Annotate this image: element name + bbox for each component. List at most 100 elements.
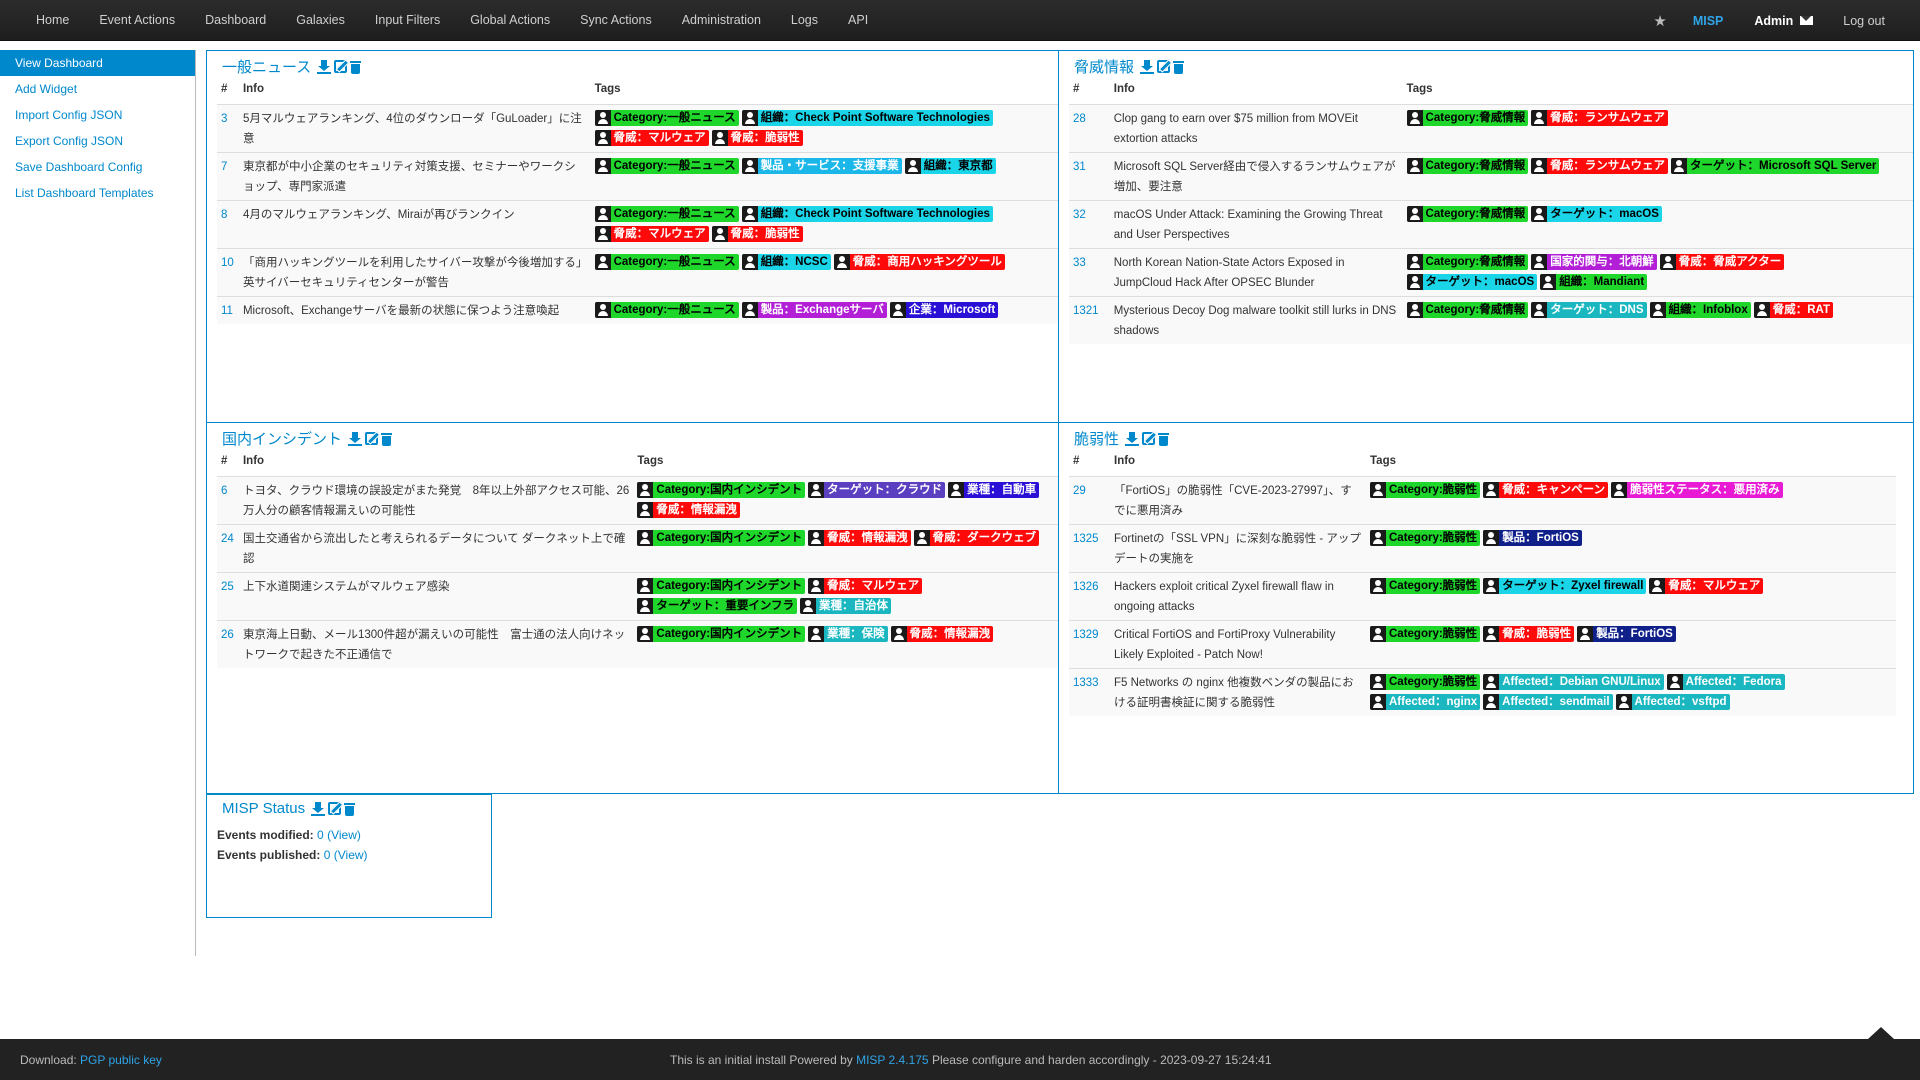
event-tag[interactable]: 脆弱性ステータス：悪用済み — [1611, 482, 1783, 499]
edit-icon[interactable] — [1157, 60, 1171, 73]
nav-event-actions[interactable]: Event Actions — [84, 0, 190, 41]
event-id-link[interactable]: 10 — [217, 247, 239, 296]
event-id-link[interactable]: 1321 — [1069, 295, 1110, 344]
event-tag[interactable]: 脅威：マルウェア — [808, 578, 923, 595]
event-tag[interactable]: 脅威：情報漏洩 — [637, 502, 740, 519]
event-id-link[interactable]: 1329 — [1069, 619, 1110, 668]
edit-icon[interactable] — [1142, 432, 1156, 445]
event-tag[interactable]: Category:一般ニュース — [594, 302, 739, 319]
download-icon[interactable] — [348, 431, 363, 446]
event-id-link[interactable]: 25 — [217, 571, 239, 620]
event-tag[interactable]: 業種：自動車 — [948, 482, 1040, 499]
nav-administration[interactable]: Administration — [667, 0, 776, 41]
nav-logout[interactable]: Log out — [1843, 14, 1885, 28]
trash-icon[interactable] — [350, 60, 362, 74]
event-tag[interactable]: 組織：NCSC — [741, 254, 831, 271]
event-tag[interactable]: Category:脆弱性 — [1370, 626, 1481, 643]
scroll-top-caret-icon[interactable] — [1868, 1027, 1894, 1039]
event-tag[interactable]: Category:脅威情報 — [1406, 158, 1529, 175]
event-id-link[interactable]: 11 — [217, 295, 239, 324]
event-tag[interactable]: 業種：保険 — [808, 626, 888, 643]
trash-icon[interactable] — [344, 802, 356, 816]
event-tag[interactable]: 組織：東京都 — [904, 158, 996, 175]
event-tag[interactable]: 製品：FortiOS — [1577, 626, 1676, 643]
event-tag[interactable]: Category:脆弱性 — [1370, 578, 1481, 595]
nav-home[interactable]: Home — [0, 0, 84, 41]
event-tag[interactable]: Category:国内インシデント — [637, 530, 806, 547]
sidebar-item-export-config[interactable]: Export Config JSON — [0, 128, 195, 154]
event-id-link[interactable]: 33 — [1069, 247, 1110, 296]
trash-icon[interactable] — [1173, 60, 1185, 74]
event-tag[interactable]: 国家的関与：北朝鮮 — [1531, 254, 1657, 271]
event-tag[interactable]: 脅威：ランサムウェア — [1531, 158, 1669, 175]
event-id-link[interactable]: 6 — [217, 475, 239, 524]
event-tag[interactable]: 業種：自治体 — [800, 598, 892, 615]
nav-misp-link[interactable]: MISP — [1693, 14, 1724, 28]
nav-dashboard[interactable]: Dashboard — [190, 0, 281, 41]
event-tag[interactable]: 製品・サービス：支援事業 — [741, 158, 902, 175]
event-tag[interactable]: ターゲット：重要インフラ — [637, 598, 798, 615]
event-tag[interactable]: 脅威：ダークウェブ — [913, 530, 1040, 547]
event-tag[interactable]: 脅威：脆弱性 — [711, 226, 803, 243]
edit-icon[interactable] — [365, 432, 379, 445]
event-tag[interactable]: 脅威：情報漏洩 — [808, 530, 911, 547]
event-tag[interactable]: ターゲット：クラウド — [808, 482, 946, 499]
event-tag[interactable]: 脅威：商用ハッキングツール — [833, 254, 1005, 271]
widget-title-text[interactable]: 一般ニュース — [222, 56, 311, 77]
event-tag[interactable]: 製品：Exchangeサーバ — [741, 302, 887, 319]
nav-global-actions[interactable]: Global Actions — [455, 0, 565, 41]
event-tag[interactable]: Category:脆弱性 — [1370, 530, 1481, 547]
events-modified-view-link[interactable]: (View) — [327, 828, 361, 842]
event-tag[interactable]: Category:脅威情報 — [1406, 254, 1529, 271]
nav-user-menu[interactable]: Admin — [1754, 14, 1814, 28]
event-tag[interactable]: Affected：sendmail — [1483, 694, 1613, 711]
trash-icon[interactable] — [381, 432, 393, 446]
event-tag[interactable]: 製品：FortiOS — [1483, 530, 1582, 547]
event-tag[interactable]: 脅威：キャンペーン — [1483, 482, 1609, 499]
event-tag[interactable]: ターゲット：macOS — [1406, 274, 1538, 291]
event-tag[interactable]: 脅威：マルウェア — [1649, 578, 1764, 595]
event-tag[interactable]: Category:国内インシデント — [637, 578, 806, 595]
event-tag[interactable]: ターゲット：Zyxel firewall — [1483, 578, 1647, 595]
widget-title-text[interactable]: 脆弱性 — [1074, 428, 1119, 449]
event-id-link[interactable]: 24 — [217, 523, 239, 572]
event-tag[interactable]: Category:脅威情報 — [1406, 206, 1529, 223]
star-icon[interactable]: ★ — [1653, 12, 1666, 30]
event-tag[interactable]: 脅威：ランサムウェア — [1531, 110, 1669, 127]
event-id-link[interactable]: 29 — [1069, 475, 1110, 524]
nav-galaxies[interactable]: Galaxies — [281, 0, 360, 41]
event-tag[interactable]: 脅威：情報漏洩 — [890, 626, 994, 643]
event-tag[interactable]: 脅威：マルウェア — [594, 226, 709, 243]
event-tag[interactable]: 組織：Infoblox — [1649, 302, 1751, 319]
event-tag[interactable]: 組織：Check Point Software Technologies — [741, 206, 993, 223]
sidebar-item-add-widget[interactable]: Add Widget — [0, 76, 195, 102]
event-tag[interactable]: 脅威：脅威アクター — [1659, 254, 1785, 271]
event-id-link[interactable]: 8 — [217, 199, 239, 248]
nav-logs[interactable]: Logs — [776, 0, 833, 41]
event-tag[interactable]: 脅威：RAT — [1753, 302, 1834, 319]
event-tag[interactable]: Category:脆弱性 — [1370, 482, 1481, 499]
footer-misp-version-link[interactable]: MISP 2.4.175 — [856, 1053, 929, 1067]
nav-sync-actions[interactable]: Sync Actions — [565, 0, 667, 41]
event-tag[interactable]: ターゲット：Microsoft SQL Server — [1671, 158, 1880, 175]
widget-title-text[interactable]: 脅威情報 — [1074, 56, 1134, 77]
event-tag[interactable]: Category:国内インシデント — [637, 626, 806, 643]
event-tag[interactable]: 脅威：脆弱性 — [1483, 626, 1575, 643]
event-tag[interactable]: Affected：nginx — [1370, 694, 1481, 711]
event-tag[interactable]: Category:一般ニュース — [594, 206, 739, 223]
event-id-link[interactable]: 26 — [217, 619, 239, 668]
event-id-link[interactable]: 1326 — [1069, 571, 1110, 620]
events-modified-value[interactable]: 0 — [317, 828, 324, 842]
event-tag[interactable]: Affected：Fedora — [1666, 674, 1785, 691]
event-id-link[interactable]: 1333 — [1069, 667, 1110, 716]
sidebar-item-list-templates[interactable]: List Dashboard Templates — [0, 180, 195, 206]
event-tag[interactable]: 組織：Mandiant — [1540, 274, 1648, 291]
nav-api[interactable]: API — [833, 0, 883, 41]
event-tag[interactable]: Category:一般ニュース — [594, 158, 739, 175]
download-icon[interactable] — [1140, 59, 1155, 74]
events-published-view-link[interactable]: (View) — [334, 848, 368, 862]
event-tag[interactable]: ターゲット：macOS — [1531, 206, 1662, 223]
event-tag[interactable]: Affected：vsftpd — [1615, 694, 1730, 711]
event-tag[interactable]: Category:脅威情報 — [1406, 302, 1529, 319]
event-id-link[interactable]: 3 — [217, 103, 239, 152]
